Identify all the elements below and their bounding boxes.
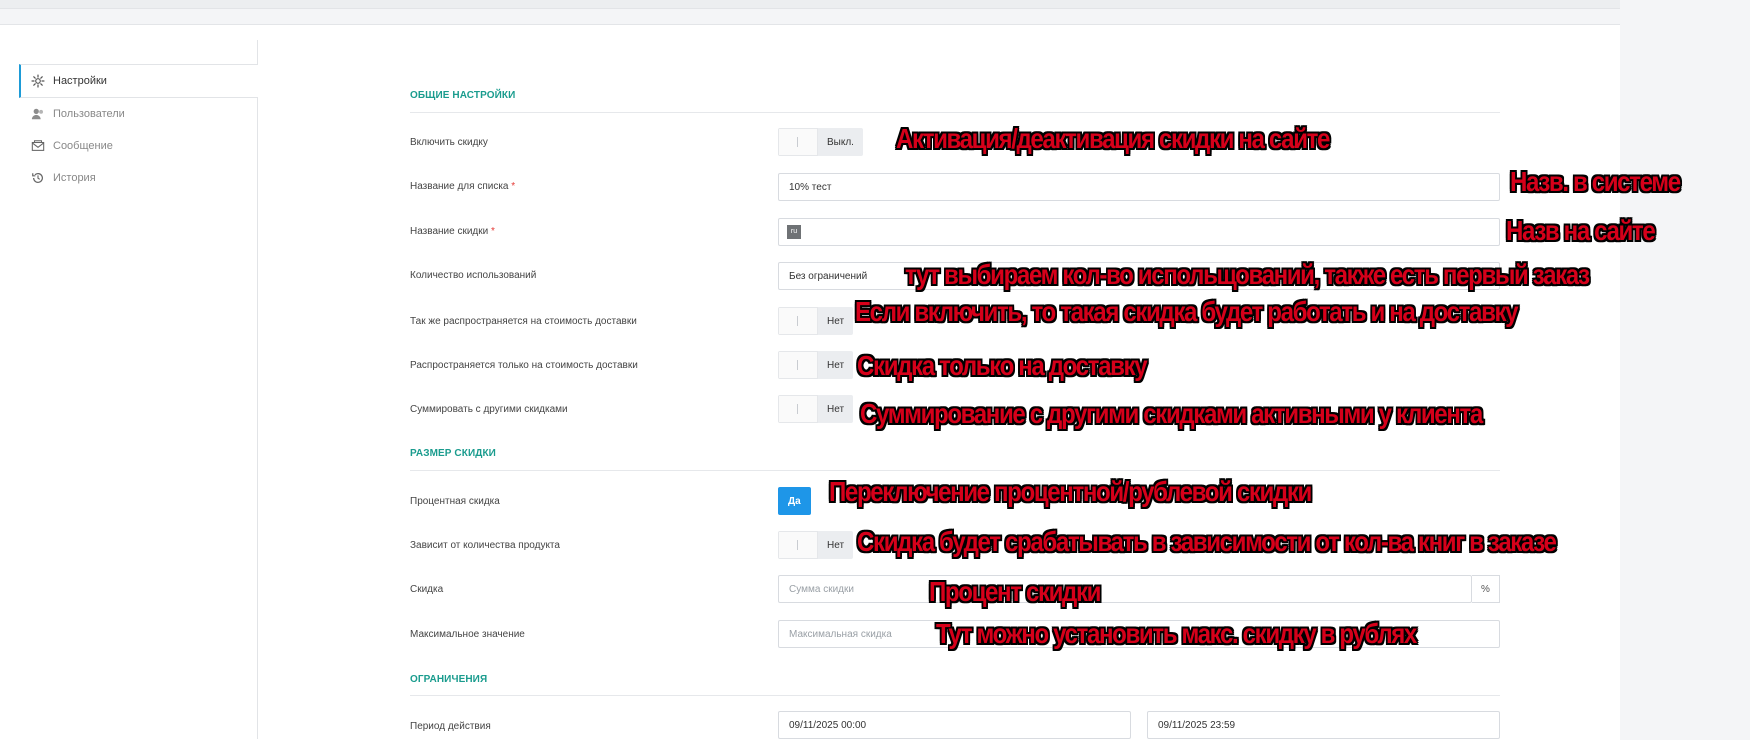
sum-with-other-toggle[interactable]: Нет — [778, 395, 854, 423]
period-end-input[interactable]: 09/11/2025 23:59 — [1147, 711, 1500, 739]
users-icon — [31, 107, 45, 121]
input-placeholder: Сумма скидки — [789, 583, 854, 595]
select-value: Без ограничений — [789, 270, 868, 282]
label-sum-with-other: Суммировать с другими скидками — [410, 404, 568, 415]
label-only-delivery: Распространяется только на стоимость дос… — [410, 360, 638, 371]
label-period: Период действия — [410, 721, 491, 732]
depends-qty-toggle[interactable]: Нет — [778, 531, 854, 559]
discount-amount-input[interactable]: Сумма скидки — [778, 575, 1472, 603]
input-value: 09/11/2025 23:59 — [1158, 719, 1236, 731]
annotation-percent-switch: Переключение процентной/рублевой скидки — [829, 476, 1312, 507]
label-text: Название скидки — [410, 226, 489, 237]
toggle-knob — [778, 531, 818, 559]
required-mark: * — [511, 181, 516, 192]
only-delivery-toggle[interactable]: Нет — [778, 351, 854, 379]
sidebar-item-label: История — [53, 172, 96, 184]
sidebar-item-label: Сообщение — [53, 140, 113, 152]
annotation-activation: Активация/деактивация скидки на сайте — [896, 123, 1330, 154]
toggle-knob — [778, 351, 818, 379]
applies-delivery-toggle[interactable]: Нет — [778, 307, 854, 335]
toggle-state: Выкл. — [818, 128, 863, 156]
annotation-summation: Суммирование с другими скидками активным… — [860, 398, 1483, 429]
history-icon — [31, 171, 45, 185]
annotation-usage-count: тут выбираем кол-во испольщований, также… — [905, 259, 1590, 290]
toggle-state: Да — [778, 487, 811, 515]
period-start-input[interactable]: 09/11/2025 00:00 — [778, 711, 1131, 739]
toggle-state: Нет — [818, 351, 854, 379]
label-discount-name: Название скидки * — [410, 226, 495, 237]
sidebar-item-messages[interactable]: Сообщение — [19, 130, 258, 162]
toggle-knob — [778, 307, 818, 335]
input-placeholder: Максимальная скидка — [789, 628, 892, 640]
percent-discount-toggle[interactable]: Да — [778, 487, 811, 515]
list-name-input[interactable]: 10% тест — [778, 173, 1500, 201]
sidebar-item-history[interactable]: История — [19, 162, 258, 194]
input-value: 09/11/2025 00:00 — [789, 719, 867, 731]
section-title-general: ОБЩИЕ НАСТРОЙКИ — [410, 90, 516, 101]
toggle-state: Нет — [818, 307, 854, 335]
envelope-icon — [31, 139, 45, 153]
sidebar-header — [19, 40, 257, 65]
annotation-only-delivery: Скидка только на доставку — [857, 350, 1148, 381]
sidebar-item-users[interactable]: Пользователи — [19, 98, 258, 130]
section-title-limits: ОГРАНИЧЕНИЯ — [410, 674, 488, 685]
label-depends-qty: Зависит от количества продукта — [410, 540, 560, 551]
language-badge[interactable]: ru — [787, 225, 801, 239]
label-text: Название для списка — [410, 181, 509, 192]
annotation-site-name: Назв на сайте — [1506, 215, 1656, 246]
label-applies-delivery: Так же распространяется на стоимость дос… — [410, 316, 637, 327]
sidebar: Настройки Пользователи Сообщение История — [19, 64, 258, 194]
section-divider — [410, 695, 1500, 696]
section-divider — [410, 112, 1500, 113]
label-enable-discount: Включить скидку — [410, 137, 488, 148]
sidebar-item-settings[interactable]: Настройки — [19, 64, 258, 98]
sidebar-item-label: Пользователи — [53, 108, 125, 120]
annotation-delivery: Если включить, то такая скидка будет раб… — [855, 296, 1519, 327]
annotation-discount-percent: Процент скидки — [929, 576, 1101, 607]
label-list-name: Название для списка * — [410, 181, 515, 192]
input-value: 10% тест — [789, 181, 832, 193]
label-max-value: Максимальное значение — [410, 629, 525, 640]
required-mark: * — [491, 226, 495, 237]
section-divider — [410, 470, 1500, 471]
label-percent-discount: Процентная скидка — [410, 496, 500, 507]
enable-discount-toggle[interactable]: Выкл. — [778, 128, 863, 156]
annotation-max-discount: Тут можно установить макс. скидку в рубл… — [936, 618, 1417, 649]
toggle-knob — [778, 395, 818, 423]
gear-icon — [31, 74, 45, 88]
label-usage-count: Количество использований — [410, 270, 537, 281]
toggle-state: Нет — [818, 395, 854, 423]
toggle-state: Нет — [818, 531, 854, 559]
annotation-system-name: Назв. в системе — [1510, 166, 1681, 197]
sidebar-item-label: Настройки — [53, 75, 107, 87]
top-bar — [0, 0, 1620, 9]
label-discount: Скидка — [410, 584, 444, 595]
annotation-qty-dependence: Скидка будет срабатывать в зависимости о… — [857, 526, 1557, 557]
percent-suffix: % — [1472, 575, 1500, 603]
toggle-knob — [778, 128, 818, 156]
section-title-size: РАЗМЕР СКИДКИ — [410, 448, 496, 459]
discount-name-input[interactable]: ru — [778, 218, 1500, 246]
